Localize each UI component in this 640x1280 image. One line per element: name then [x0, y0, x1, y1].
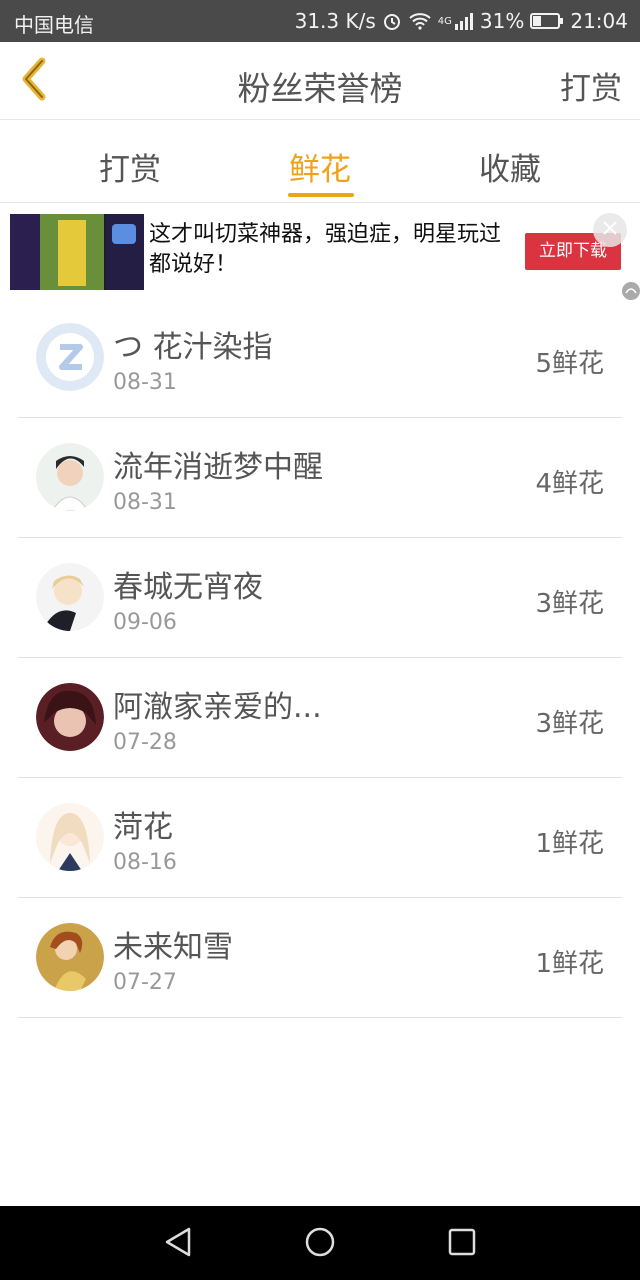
ad-text: 这才叫切菜神器，强迫症，明星玩过都说好！ [149, 222, 502, 277]
tab-label: 收藏 [479, 152, 541, 188]
ad-badge-icon [622, 282, 640, 300]
tab-label: 打赏 [99, 152, 161, 188]
square-recents-icon [447, 1227, 477, 1261]
list-item[interactable]: 春城无宵夜 09-06 3鲜花 [18, 538, 622, 658]
avatar [36, 443, 104, 511]
avatar [36, 683, 104, 751]
flower-count: 5鲜花 [535, 349, 604, 379]
fan-date: 08-16 [113, 850, 177, 875]
nav-recents-button[interactable] [442, 1224, 482, 1264]
fan-name: 菏花 [113, 810, 173, 845]
list-item[interactable]: 阿澈家亲爱的... 07-28 3鲜花 [18, 658, 622, 778]
nav-back-button[interactable] [158, 1224, 198, 1264]
status-bar: 中国电信 31.3 K/s 4G 31% 21:04 [0, 0, 640, 42]
flower-count: 3鲜花 [535, 589, 604, 619]
nav-home-button[interactable] [300, 1224, 340, 1264]
fan-list: つ 花汁染指 08-31 5鲜花 流年消逝梦中醒 08-31 4鲜花 春城无宵夜… [18, 298, 622, 1018]
list-item[interactable]: 菏花 08-16 1鲜花 [18, 778, 622, 898]
ad-image [10, 214, 144, 290]
fan-date: 08-31 [113, 490, 177, 515]
network-type: 4G [437, 15, 452, 27]
fan-name: 流年消逝梦中醒 [113, 450, 323, 485]
page-title: 粉丝荣誉榜 [237, 69, 403, 108]
fan-date: 07-27 [113, 970, 177, 995]
fan-name: つ 花汁染指 [113, 330, 273, 365]
carrier-name: 中国电信 [14, 13, 94, 37]
flower-count: 4鲜花 [535, 469, 604, 499]
flower-count: 3鲜花 [535, 709, 604, 739]
fan-name: 春城无宵夜 [113, 570, 263, 605]
close-icon [602, 220, 618, 240]
tab-bar: 打赏 鲜花 收藏 [0, 121, 640, 203]
status-icons: 31.3 K/s 4G 31% 21:04 [295, 9, 628, 33]
battery-icon [530, 12, 564, 30]
flower-count: 1鲜花 [535, 949, 604, 979]
nav-bar: 粉丝荣誉榜 打赏 [0, 42, 640, 120]
fan-date: 08-31 [113, 370, 177, 395]
alarm-icon [382, 11, 402, 31]
ad-close-button[interactable] [593, 213, 627, 247]
active-tab-indicator [288, 193, 354, 197]
system-nav-bar [0, 1206, 640, 1280]
cellular-signal-icon: 4G [438, 12, 474, 30]
tab-reward[interactable]: 打赏 [50, 121, 210, 203]
triangle-back-icon [163, 1226, 193, 1262]
fan-name: 未来知雪 [113, 930, 233, 965]
fan-date: 09-06 [113, 610, 177, 635]
clock: 21:04 [570, 9, 628, 33]
list-item[interactable]: つ 花汁染指 08-31 5鲜花 [18, 298, 622, 418]
list-item[interactable]: 未来知雪 07-27 1鲜花 [18, 898, 622, 1018]
tab-favorites[interactable]: 收藏 [430, 121, 590, 203]
avatar [36, 923, 104, 991]
list-item[interactable]: 流年消逝梦中醒 08-31 4鲜花 [18, 418, 622, 538]
avatar [36, 323, 104, 391]
reward-button[interactable]: 打赏 [560, 63, 622, 108]
tab-label: 鲜花 [289, 152, 351, 188]
fan-name: 阿澈家亲爱的... [113, 690, 322, 725]
circle-home-icon [304, 1226, 336, 1262]
flower-count: 1鲜花 [535, 829, 604, 859]
ad-banner[interactable]: 这才叫切菜神器，强迫症，明星玩过都说好！ 立即下载 [10, 213, 628, 290]
battery-percent: 31% [479, 9, 525, 33]
avatar [36, 563, 104, 631]
wifi-icon [408, 12, 432, 30]
fan-date: 07-28 [113, 730, 177, 755]
avatar [36, 803, 104, 871]
tab-flowers[interactable]: 鲜花 [240, 121, 400, 203]
network-speed: 31.3 K/s [294, 9, 376, 33]
